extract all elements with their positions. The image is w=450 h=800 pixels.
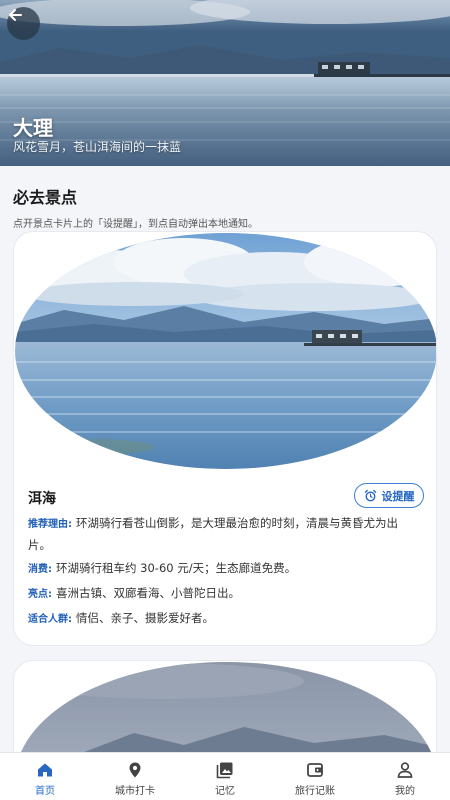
cost-key: 消费: [28,564,52,575]
location-pin-icon [129,762,141,778]
nav-item-home[interactable]: 首页 [0,753,90,800]
spot-image [15,233,436,469]
alarm-clock-icon [364,489,376,502]
audience-text: 情侣、亲子、摄影爱好者。 [76,611,214,625]
photo-album-icon [216,762,233,779]
city-subtitle: 风花雪月，苍山洱海间的一抹蓝 [13,140,182,154]
reason-text: 环湖骑行看苍山倒影，是大理最治愈的时刻，清晨与黄昏尤为出片。 [28,516,398,552]
section-hint: 点开景点卡片上的「设提醒」，到点自动弹出本地通知。 [13,219,258,230]
nav-item-memory[interactable]: 记忆 [180,753,270,800]
hero-banner: 大理 风花雪月，苍山洱海间的一抹蓝 [0,0,450,166]
arrow-left-icon [9,9,22,21]
nav-item-travel-ledger[interactable]: 旅行记账 [270,753,360,800]
audience-line: 适合人群: 情侣、亲子、摄影爱好者。 [28,608,418,630]
cost-text: 环湖骑行租车约 30-60 元/天；生态廊道免费。 [56,561,297,575]
nav-label: 首页 [35,786,55,797]
reason-key: 推荐理由: [28,519,72,530]
city-title: 大理 [13,116,53,140]
bottom-nav: 首页 城市打卡 记忆 旅行记账 我的 [0,752,450,800]
home-icon [38,763,52,777]
nav-label: 旅行记账 [295,786,335,797]
reason-line: 推荐理由: 环湖骑行看苍山倒影，是大理最治愈的时刻，清晨与黄昏尤为出片。 [28,513,418,556]
nav-item-city-checkin[interactable]: 城市打卡 [90,753,180,800]
nav-label: 城市打卡 [115,786,155,797]
highlight-text: 喜洲古镇、双廊看海、小普陀日出。 [56,586,240,600]
set-reminder-label: 设提醒 [381,489,415,503]
highlight-key: 亮点: [28,589,52,600]
nav-label: 我的 [395,786,415,797]
nav-label: 记忆 [215,786,235,797]
audience-key: 适合人群: [28,614,72,625]
back-button[interactable] [7,7,40,40]
spot-name: 洱海 [28,491,56,507]
wallet-icon [307,763,323,777]
cost-line: 消费: 环湖骑行租车约 30-60 元/天；生态廊道免费。 [28,558,418,580]
section-title: 必去景点 [13,188,78,207]
highlight-line: 亮点: 喜洲古镇、双廊看海、小普陀日出。 [28,583,418,605]
user-icon [397,762,413,778]
spot-card[interactable]: 洱海 设提醒 推荐理由: 环湖骑行看苍山倒影，是大理最治愈的时刻，清晨与黄昏尤为出… [13,231,437,646]
nav-item-profile[interactable]: 我的 [360,753,450,800]
set-reminder-button[interactable]: 设提醒 [354,483,424,508]
